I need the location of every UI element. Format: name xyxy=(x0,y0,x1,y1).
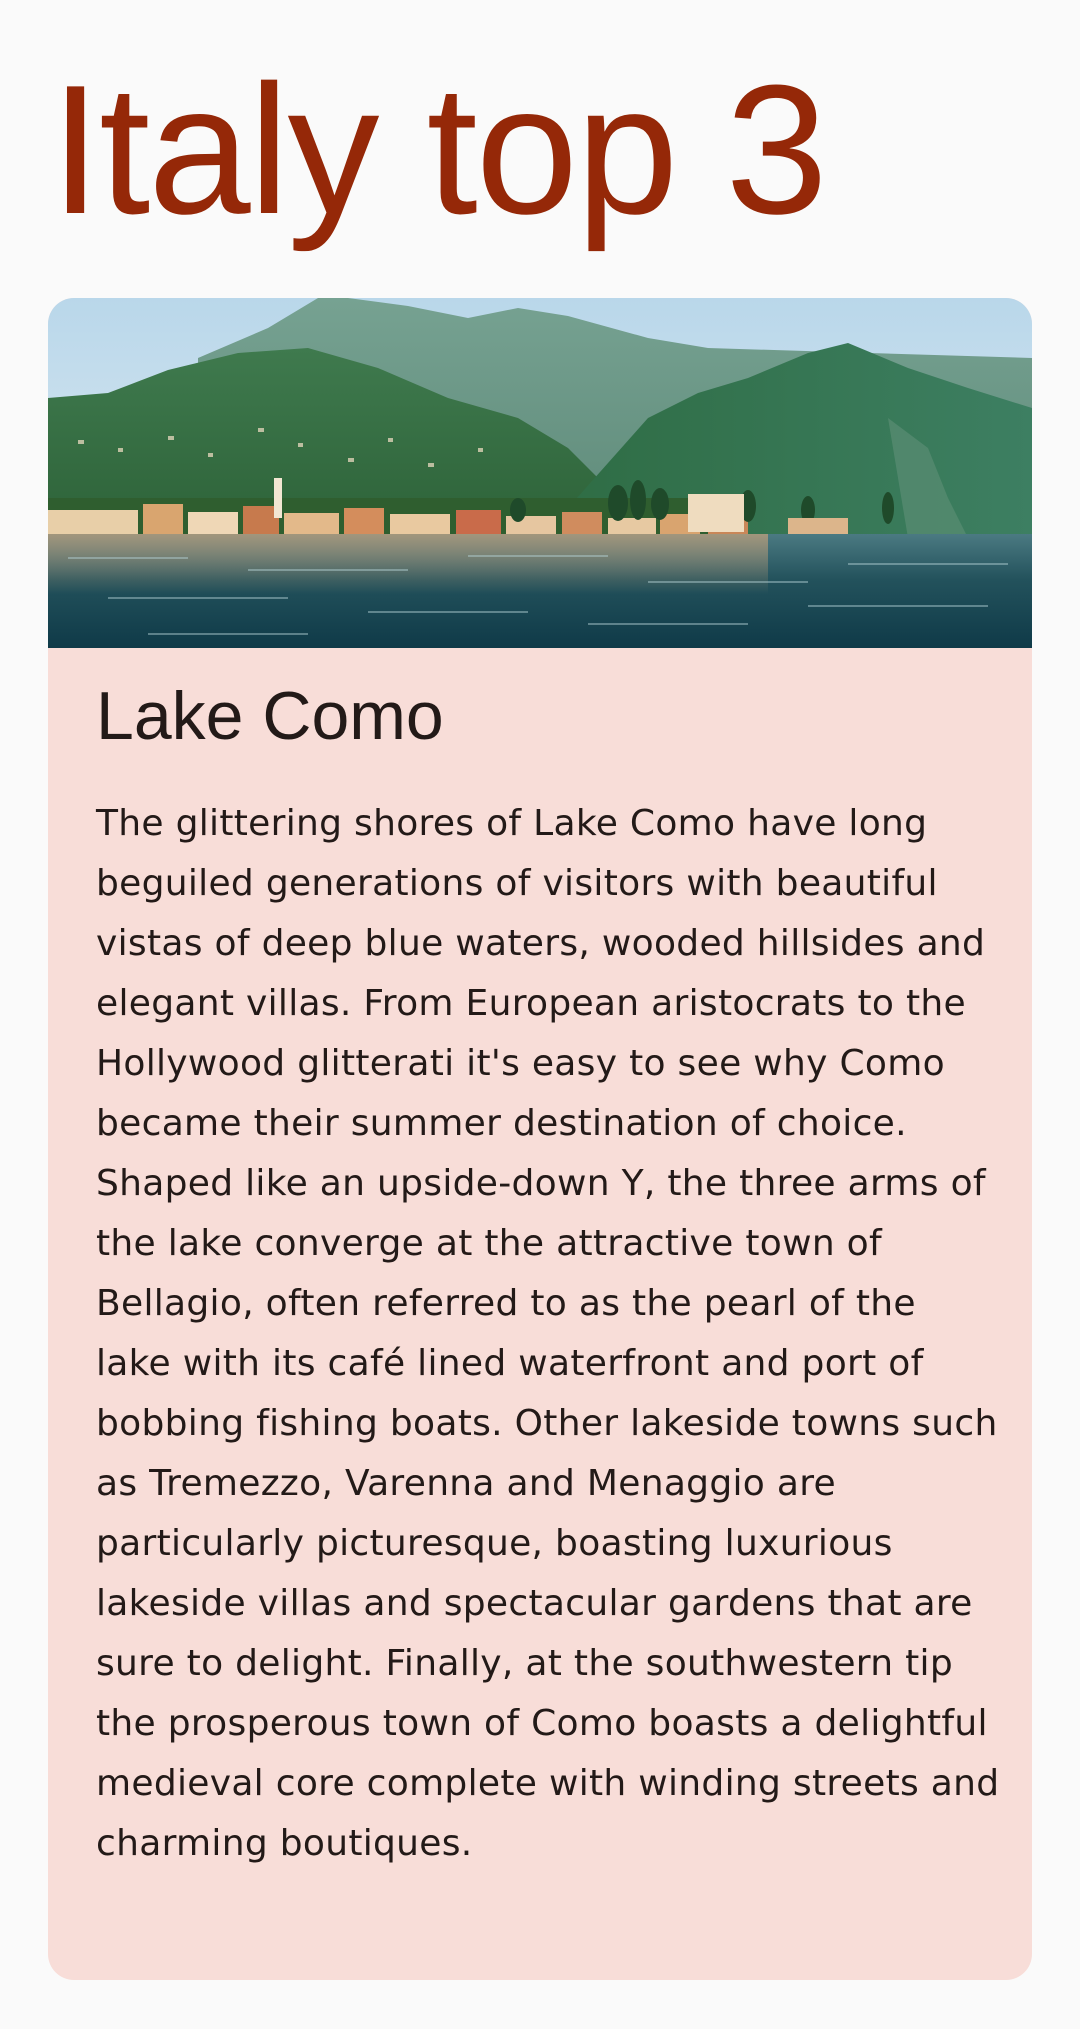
card-description: The glittering shores of Lake Como have … xyxy=(96,803,1000,1864)
lake-como-photo xyxy=(48,298,1032,648)
destination-card[interactable]: Lake Como The glittering shores of Lake … xyxy=(48,298,1032,1980)
card-title: Lake Como xyxy=(96,678,444,754)
page-title: Italy top 3 xyxy=(50,46,828,252)
